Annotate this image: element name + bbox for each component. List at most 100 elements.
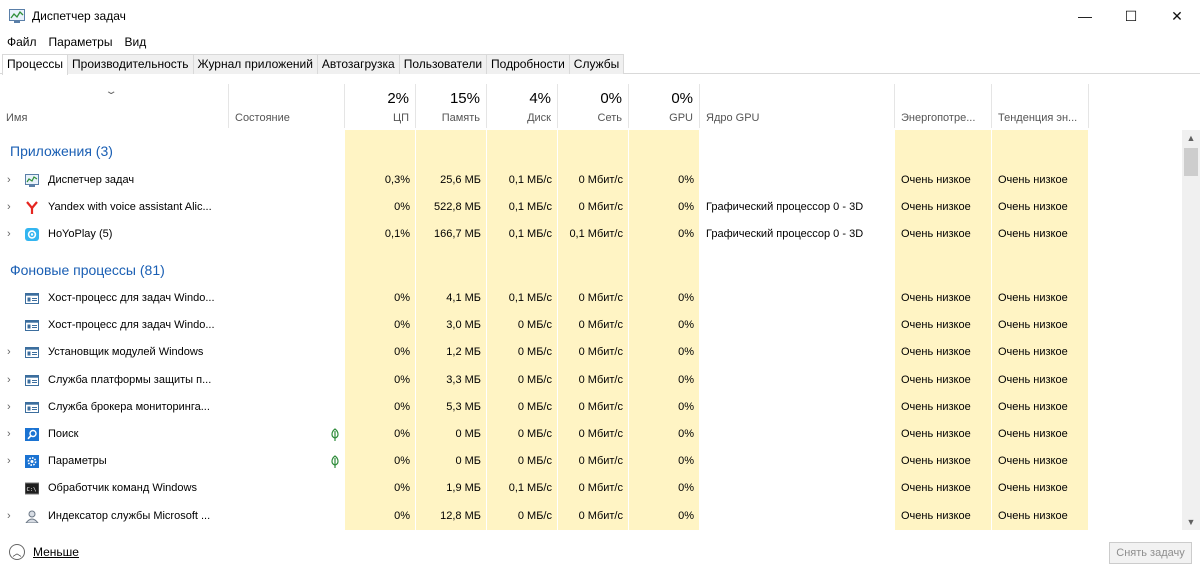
cpu-value: 0% [394, 292, 410, 304]
memory-value: 1,2 МБ [446, 346, 481, 359]
chevron-right-icon[interactable]: › [7, 221, 11, 248]
efficiency-leaf-icon [330, 455, 340, 469]
disk-value: 0 МБ/с [517, 400, 552, 413]
column-memory[interactable]: 15% Память [416, 84, 487, 128]
gpu-value: 0% [678, 455, 694, 468]
scroll-up-icon[interactable]: ▲ [1182, 130, 1200, 146]
memory-value: 3,0 МБ [446, 319, 481, 332]
column-network[interactable]: 0% Сеть [558, 84, 629, 128]
table-row[interactable]: C:\ Обработчик команд Windows 0% 1,9 МБ 0,1 … [0, 475, 1182, 502]
scroll-down-icon[interactable]: ▼ [1182, 514, 1200, 530]
table-row[interactable]: Хост-процесс для задач Windo... 0% 4,1 МБ 0… [0, 285, 1182, 312]
console-icon: C:\ [24, 482, 40, 495]
menu-file[interactable]: Файл [0, 32, 43, 52]
gpu-value: 0% [678, 509, 694, 522]
chevron-right-icon[interactable]: › [7, 367, 11, 394]
power-trend-value: Очень низкое [998, 482, 1068, 495]
svg-text:C:\: C:\ [27, 487, 37, 493]
tab-details[interactable]: Подробности [486, 54, 570, 74]
tab-app-history[interactable]: Журнал приложений [192, 54, 318, 74]
menu-view[interactable]: Вид [118, 32, 152, 52]
network-value: 0 Мбит/с [578, 428, 623, 440]
tab-services[interactable]: Службы [568, 54, 625, 74]
scroll-thumb[interactable] [1184, 148, 1198, 176]
power-usage-value: Очень низкое [901, 509, 971, 522]
chevron-right-icon[interactable]: › [7, 503, 11, 530]
tab-performance[interactable]: Производительность [67, 54, 194, 74]
group-apps-title: Приложения (3) [10, 143, 113, 159]
table-row[interactable]: › HoYoPlay (5) 0,1% 166,7 МБ 0,1 МБ/с 0,1 Мби… [0, 221, 1182, 248]
network-value: 0 Мбит/с [578, 201, 623, 213]
column-power-trend[interactable]: Тенденция эн... [992, 84, 1089, 128]
disk-total: 4% [529, 90, 551, 107]
fewer-details-button[interactable]: ︿ Меньше [9, 544, 79, 560]
table-row[interactable]: › Диспетчер задач 0,3% 25,6 МБ 0,1 МБ/с 0 Мби… [0, 167, 1182, 194]
process-name: Диспетчер задач [48, 174, 135, 186]
chevron-right-icon[interactable]: › [7, 448, 11, 475]
column-state[interactable]: Состояние [229, 84, 345, 128]
process-name: Параметры [48, 455, 107, 468]
column-disk[interactable]: 4% Диск [487, 84, 558, 128]
power-usage-value: Очень низкое [901, 400, 971, 413]
table-row[interactable]: › Поиск 0% 0 МБ 0 МБ/с 0 Мбит/с 0% Очень низкое… [0, 421, 1182, 448]
memory-value: 5,3 МБ [446, 400, 481, 413]
cpu-value: 0,3% [384, 174, 410, 186]
table-row[interactable]: Хост-процесс для задач Windo... 0% 3,0 МБ 0… [0, 312, 1182, 339]
group-background-title: Фоновые процессы (81) [10, 262, 165, 278]
table-row[interactable]: › Параметры 0% 0 МБ 0 МБ/с 0 Мбит/с 0% Очень ни… [0, 448, 1182, 475]
network-value: 0 Мбит/с [578, 346, 623, 359]
power-trend-value: Очень низкое [998, 373, 1068, 386]
window-process-icon [25, 346, 39, 359]
maximize-button[interactable]: ☐ [1108, 0, 1154, 32]
power-trend-value: Очень низкое [998, 201, 1068, 213]
chevron-right-icon[interactable]: › [7, 339, 11, 366]
power-usage-value: Очень низкое [901, 292, 971, 304]
power-trend-value: Очень низкое [998, 228, 1068, 240]
table-row[interactable]: › Yandex with voice assistant Alic... 0% 52… [0, 194, 1182, 221]
search-app-icon [25, 428, 39, 441]
disk-value: 0 МБ/с [517, 428, 552, 440]
footer: ︿ Меньше Снять задачу [0, 538, 1200, 577]
power-usage-value: Очень низкое [901, 319, 971, 332]
memory-value: 3,3 МБ [446, 373, 481, 386]
tab-startup[interactable]: Автозагрузка [316, 54, 400, 74]
power-trend-value: Очень низкое [998, 400, 1068, 413]
cpu-value: 0% [394, 319, 410, 332]
table-row[interactable]: › Служба брокера мониторинга... 0% 5,3 МБ 0 … [0, 394, 1182, 421]
gpu-engine-value: Графический процессор 0 - 3D [706, 228, 864, 240]
column-gpu-engine[interactable]: Ядро GPU [700, 84, 895, 128]
hoyoplay-icon [25, 228, 39, 241]
column-cpu[interactable]: 2% ЦП [345, 84, 416, 128]
network-total: 0% [600, 90, 622, 107]
chevron-right-icon[interactable]: › [7, 394, 11, 421]
column-gpu[interactable]: 0% GPU [629, 84, 700, 128]
chevron-right-icon[interactable]: › [7, 194, 11, 221]
table-row[interactable]: › Служба платформы защиты п... 0% 3,3 МБ 0 М… [0, 367, 1182, 394]
table-row[interactable]: › Установщик модулей Windows 0% 1,2 МБ 0 МБ/… [0, 339, 1182, 366]
menu-options[interactable]: Параметры [43, 32, 119, 52]
disk-value: 0 МБ/с [517, 455, 552, 468]
end-task-button[interactable]: Снять задачу [1109, 542, 1192, 564]
network-value: 0 Мбит/с [578, 174, 623, 186]
cpu-value: 0% [394, 455, 410, 468]
column-name[interactable]: Имя [0, 84, 229, 128]
disk-value: 0,1 МБ/с [508, 292, 552, 304]
disk-value: 0,1 МБ/с [508, 201, 552, 213]
tab-users[interactable]: Пользователи [398, 54, 488, 74]
tab-processes[interactable]: Процессы [2, 54, 69, 75]
column-power[interactable]: Энергопотре... [895, 84, 992, 128]
process-name: Служба брокера мониторинга... [48, 400, 210, 413]
vertical-scrollbar[interactable]: ▲ ▼ [1182, 130, 1200, 530]
chevron-right-icon[interactable]: › [7, 167, 11, 194]
gpu-value: 0% [678, 482, 694, 495]
close-button[interactable]: ✕ [1154, 0, 1200, 32]
power-trend-value: Очень низкое [998, 509, 1068, 522]
table-row[interactable]: › Индексатор службы Microsoft ... 0% 12,8 М… [0, 503, 1182, 530]
chevron-right-icon[interactable]: › [7, 421, 11, 448]
gpu-value: 0% [678, 400, 694, 413]
power-trend-value: Очень низкое [998, 455, 1068, 468]
disk-value: 0 МБ/с [517, 373, 552, 386]
minimize-button[interactable]: — [1062, 0, 1108, 32]
disk-value: 0,1 МБ/с [508, 228, 552, 240]
cpu-value: 0% [394, 509, 410, 522]
